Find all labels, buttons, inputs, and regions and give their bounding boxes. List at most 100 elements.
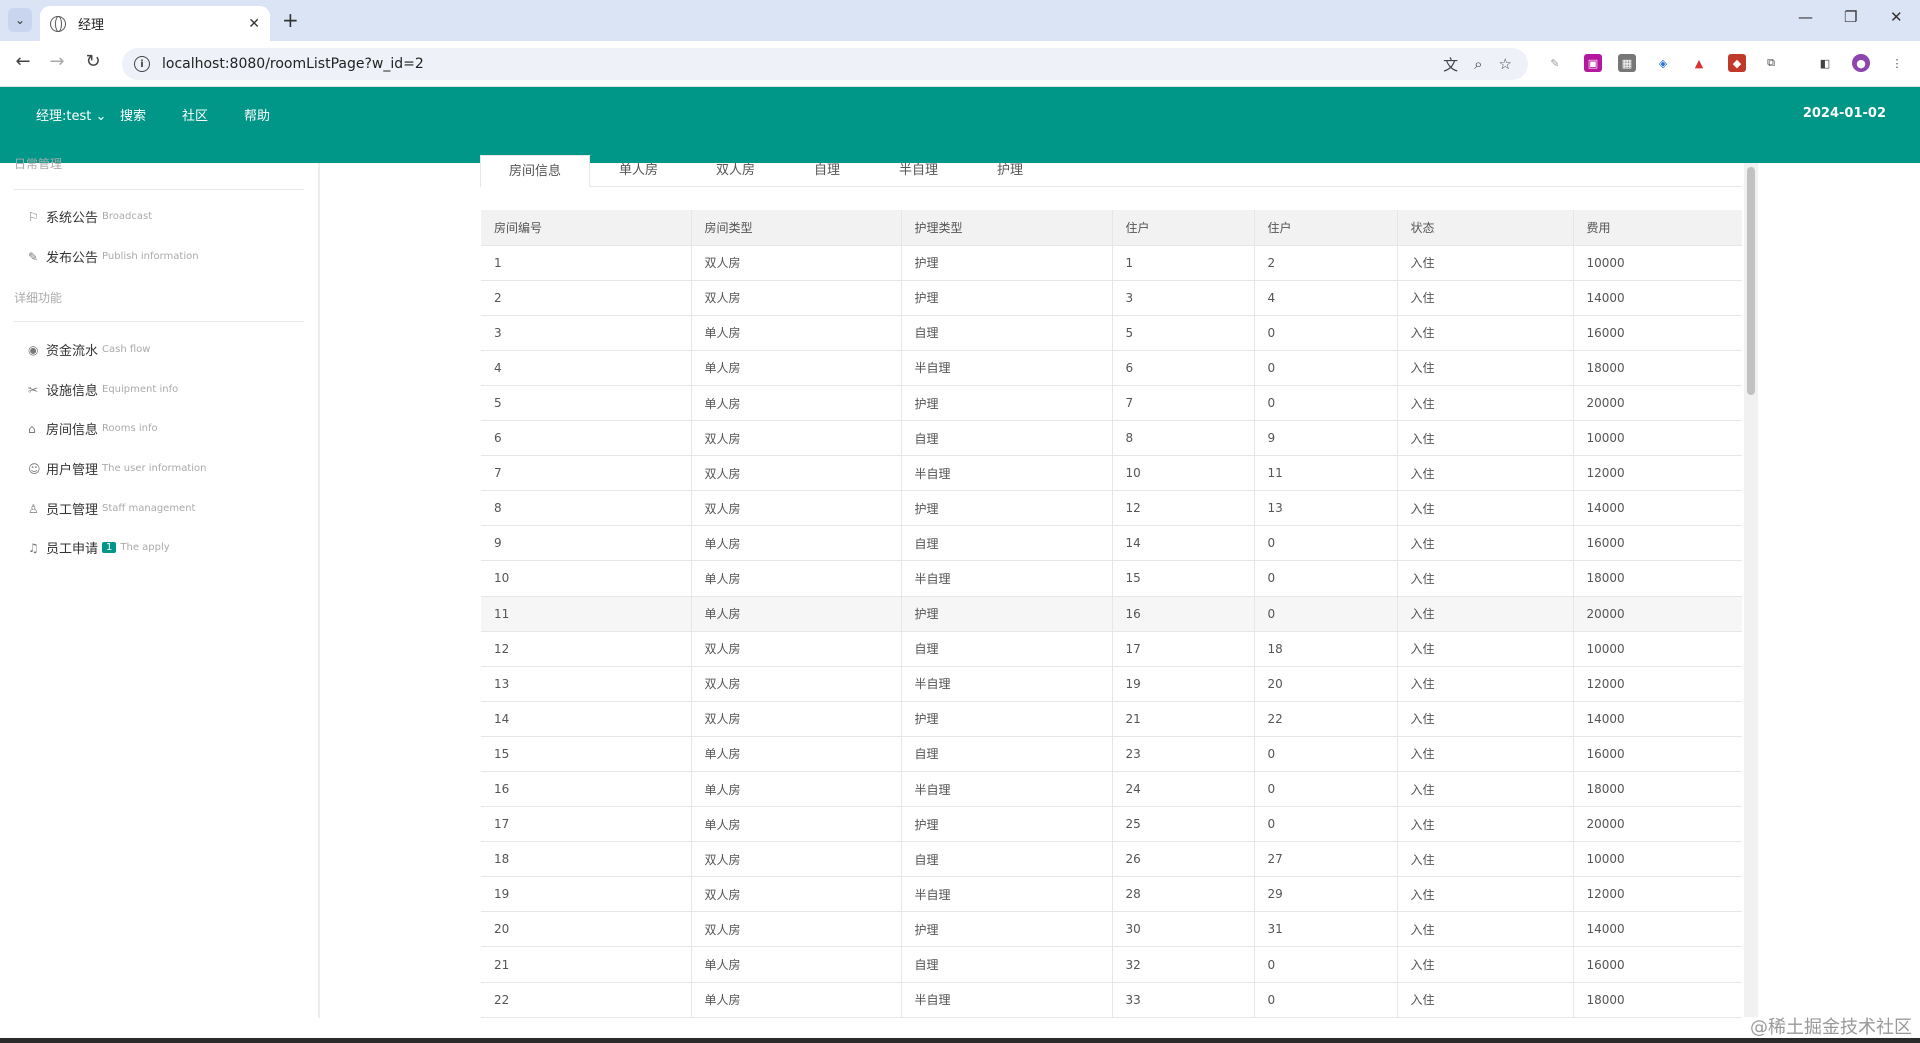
table-cell: 护理 — [901, 911, 1113, 948]
sidebar-item-publish[interactable]: ✎ 发布公告 Publish information — [28, 247, 199, 267]
home-icon: ⌂ — [28, 421, 36, 436]
table-cell: 20000 — [1573, 596, 1742, 632]
table-row[interactable]: 10 单人房 半自理 15 0 入住 18000 — [481, 560, 1742, 597]
table-cell: 18000 — [1573, 982, 1742, 1018]
table-row[interactable]: 6 双人房 自理 8 9 入住 10000 — [481, 420, 1742, 457]
user-menu[interactable]: 经理:test ⌄ — [36, 105, 106, 124]
col-header-room-type[interactable]: 房间类型 — [691, 210, 902, 246]
person-icon: ♙ — [28, 501, 39, 516]
col-header-care-type[interactable]: 护理类型 — [901, 210, 1113, 246]
table-cell: 双人房 — [691, 455, 902, 492]
scrollbar-thumb[interactable] — [1747, 167, 1755, 395]
tab-self-care[interactable]: 自理 — [814, 159, 840, 178]
extensions-puzzle-icon[interactable]: ⧉ — [1762, 54, 1780, 72]
table-cell: 半自理 — [901, 455, 1113, 492]
table-row[interactable]: 19 双人房 半自理 28 29 入住 12000 — [481, 876, 1742, 913]
extension-e-icon[interactable]: ▲ — [1690, 54, 1708, 72]
table-row[interactable]: 11 单人房 护理 16 0 入住 20000 — [481, 596, 1742, 632]
table-cell: 15 — [481, 736, 692, 773]
table-cell: 双人房 — [691, 876, 902, 913]
sidebar-item-apply[interactable]: ♫ 员工申请 1 The apply — [28, 538, 170, 558]
table-cell: 10000 — [1573, 631, 1742, 667]
address-bar[interactable]: i localhost:8080/roomListPage?w_id=2 文 ⌕… — [122, 48, 1528, 80]
window-close-icon[interactable]: ✕ — [1890, 8, 1903, 26]
col-header-fee[interactable]: 费用 — [1573, 210, 1742, 246]
table-row[interactable]: 3 单人房 自理 5 0 入住 16000 — [481, 315, 1742, 351]
table-cell: 11 — [1254, 455, 1398, 492]
tab-nursing[interactable]: 护理 — [997, 159, 1023, 178]
table-cell: 入住 — [1397, 420, 1574, 457]
col-header-status[interactable]: 状态 — [1397, 210, 1574, 246]
section-daily: 日常管理 — [14, 157, 63, 171]
table-row[interactable]: 12 双人房 自理 17 18 入住 10000 — [481, 631, 1742, 667]
col-header-resident-1[interactable]: 住户 — [1112, 210, 1255, 246]
extension-d-icon[interactable]: ◈ — [1654, 54, 1672, 72]
bookmark-star-icon[interactable]: ☆ — [1499, 55, 1512, 73]
new-tab-plus-icon[interactable]: + — [282, 8, 299, 32]
reload-icon[interactable]: ↻ — [80, 51, 106, 72]
side-panel-icon[interactable]: ◧ — [1816, 54, 1834, 72]
table-row[interactable]: 8 双人房 护理 12 13 入住 14000 — [481, 490, 1742, 527]
col-header-resident-2[interactable]: 住户 — [1254, 210, 1398, 246]
sidebar-item-cashflow[interactable]: ◉ 资金流水 Cash flow — [28, 340, 150, 360]
table-cell: 0 — [1254, 315, 1398, 351]
extension-b-icon[interactable]: ▣ — [1584, 54, 1602, 72]
extension-c-icon[interactable]: ▦ — [1618, 54, 1636, 72]
table-row[interactable]: 1 双人房 护理 1 2 入住 10000 — [481, 245, 1742, 281]
extension-a-icon[interactable]: ✎ — [1546, 54, 1564, 72]
table-cell: 单人房 — [691, 315, 902, 351]
nav-help[interactable]: 帮助 — [244, 105, 270, 124]
tab-single-room[interactable]: 单人房 — [619, 159, 658, 178]
table-row[interactable]: 4 单人房 半自理 6 0 入住 18000 — [481, 350, 1742, 386]
minimize-icon[interactable]: — — [1798, 8, 1813, 26]
site-info-icon[interactable]: i — [134, 56, 150, 72]
table-row[interactable]: 14 双人房 护理 21 22 入住 14000 — [481, 701, 1742, 737]
table-row[interactable]: 9 单人房 自理 14 0 入住 16000 — [481, 525, 1742, 562]
more-menu-icon[interactable]: ⋮ — [1888, 54, 1906, 72]
tab-semi-self-care[interactable]: 半自理 — [899, 159, 938, 178]
sidebar-item-broadcast[interactable]: ⚐ 系统公告 Broadcast — [28, 207, 152, 227]
table-row[interactable]: 13 双人房 半自理 19 20 入住 12000 — [481, 666, 1742, 702]
table-row[interactable]: 5 单人房 护理 7 0 入住 20000 — [481, 385, 1742, 422]
table-row[interactable]: 15 单人房 自理 23 0 入住 16000 — [481, 736, 1742, 773]
col-header-room-no[interactable]: 房间编号 — [481, 210, 692, 246]
table-row[interactable]: 17 单人房 护理 25 0 入住 20000 — [481, 806, 1742, 843]
profile-avatar-icon[interactable]: ● — [1852, 54, 1870, 72]
table-row[interactable]: 20 双人房 护理 30 31 入住 14000 — [481, 911, 1742, 948]
tab-double-room[interactable]: 双人房 — [716, 159, 755, 178]
page-scrollbar[interactable] — [1744, 163, 1758, 1017]
table-cell: 1 — [481, 245, 692, 281]
table-row[interactable]: 7 双人房 半自理 10 11 入住 12000 — [481, 455, 1742, 492]
forward-arrow-icon[interactable]: → — [44, 51, 70, 72]
bell-icon: ♫ — [28, 540, 39, 555]
sidebar-item-rooms[interactable]: ⌂ 房间信息 Rooms info — [28, 419, 158, 439]
extension-f-icon[interactable]: ◆ — [1728, 54, 1746, 72]
back-arrow-icon[interactable]: ← — [10, 51, 36, 72]
table-cell: 0 — [1254, 806, 1398, 843]
table-row[interactable]: 18 双人房 自理 26 27 入住 10000 — [481, 841, 1742, 878]
sidebar-item-equipment[interactable]: ✂ 设施信息 Equipment info — [28, 380, 178, 400]
table-cell: 20000 — [1573, 385, 1742, 422]
table-cell: 入住 — [1397, 385, 1574, 422]
nav-search[interactable]: 搜索 — [120, 105, 146, 124]
table-row[interactable]: 21 单人房 自理 32 0 入住 16000 — [481, 946, 1742, 983]
table-row[interactable]: 16 单人房 半自理 24 0 入住 18000 — [481, 771, 1742, 808]
url-text[interactable]: localhost:8080/roomListPage?w_id=2 — [162, 56, 1443, 72]
restore-icon[interactable]: ❐ — [1844, 8, 1857, 26]
table-cell: 16000 — [1573, 736, 1742, 773]
translate-icon[interactable]: 文 — [1443, 54, 1458, 75]
table-cell: 16000 — [1573, 315, 1742, 351]
table-row[interactable]: 22 单人房 半自理 33 0 入住 18000 — [481, 982, 1742, 1018]
browser-tab-bar: ⌄ 经理 ✕ + — ❐ ✕ — [0, 0, 1920, 41]
close-tab-icon[interactable]: ✕ — [248, 16, 260, 32]
browser-tab[interactable]: 经理 ✕ — [40, 6, 270, 41]
sidebar-item-sub: The user information — [102, 463, 207, 474]
sidebar-item-staff[interactable]: ♙ 员工管理 Staff management — [28, 499, 195, 519]
table-cell: 12 — [1112, 490, 1255, 527]
zoom-icon[interactable]: ⌕ — [1474, 55, 1482, 73]
tab-room-info[interactable]: 房间信息 — [480, 155, 591, 187]
tab-search-chevron-icon[interactable]: ⌄ — [8, 8, 32, 32]
table-row[interactable]: 2 双人房 护理 3 4 入住 14000 — [481, 280, 1742, 316]
sidebar-item-users[interactable]: ☺ 用户管理 The user information — [28, 459, 207, 479]
nav-community[interactable]: 社区 — [182, 105, 208, 124]
